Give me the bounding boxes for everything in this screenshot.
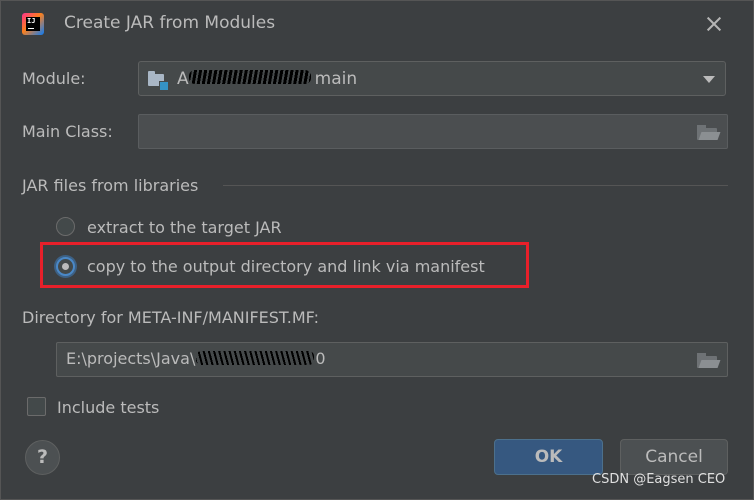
radio-extract[interactable]: [56, 217, 75, 236]
module-value: Amain: [177, 69, 357, 89]
chevron-down-icon[interactable]: [703, 76, 715, 83]
redaction-scribble: [196, 350, 315, 365]
manifest-dir-field[interactable]: E:\projects\Java\ 0: [56, 342, 728, 377]
include-tests-checkbox[interactable]: [27, 397, 46, 416]
folder-open-icon[interactable]: [697, 353, 721, 368]
help-button[interactable]: ?: [25, 440, 60, 475]
manifest-dir-suffix: 0: [315, 349, 326, 368]
module-label: Module:: [22, 69, 86, 88]
intellij-idea-icon: IJ: [22, 13, 44, 35]
group-separator: [223, 185, 728, 186]
create-jar-dialog: IJ Create JAR from Modules Module: Amain…: [0, 0, 754, 500]
close-icon[interactable]: [701, 11, 727, 37]
dialog-title: Create JAR from Modules: [64, 13, 276, 33]
watermark-text: CSDN @Eagsen CEO: [592, 472, 726, 487]
redaction-scribble: [188, 70, 311, 84]
manifest-dir-value: E:\projects\Java\ 0: [66, 349, 326, 368]
cancel-button[interactable]: Cancel: [620, 439, 728, 475]
ok-button[interactable]: OK: [494, 439, 603, 475]
radio-copy-link-label[interactable]: copy to the output directory and link vi…: [87, 257, 485, 276]
radio-extract-label[interactable]: extract to the target JAR: [87, 218, 282, 237]
jar-libraries-group-label: JAR files from libraries: [22, 176, 199, 195]
title-bar: IJ Create JAR from Modules: [1, 1, 753, 47]
manifest-dir-prefix: E:\projects\Java\: [66, 349, 196, 368]
include-tests-label[interactable]: Include tests: [57, 398, 159, 417]
module-value-prefix: A: [177, 69, 189, 89]
module-value-suffix: main: [314, 69, 358, 89]
radio-copy-link[interactable]: [56, 257, 75, 276]
main-class-field[interactable]: [138, 114, 728, 149]
manifest-dir-label: Directory for META-INF/MANIFEST.MF:: [22, 308, 320, 327]
folder-open-icon[interactable]: [697, 125, 721, 140]
main-class-label: Main Class:: [22, 122, 113, 141]
module-combobox[interactable]: Amain: [138, 61, 726, 96]
module-folder-icon: [148, 71, 169, 91]
